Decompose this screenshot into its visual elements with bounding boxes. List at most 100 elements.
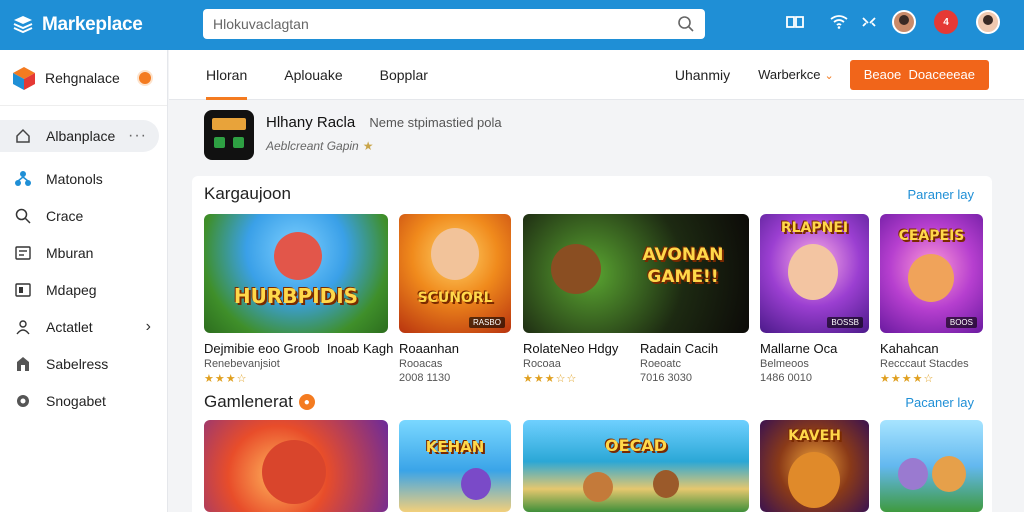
app-thumbnail: SCUNORL RASBO	[399, 214, 511, 333]
search-bar[interactable]	[203, 9, 705, 39]
store-icon	[14, 355, 32, 373]
app-card-subtitle: Rocoaa	[523, 358, 561, 370]
app-card-subtitle: Rooacas	[399, 358, 443, 370]
wifi-icon[interactable]	[828, 11, 850, 33]
app-thumbnail: RLAPNEI BOSSB	[760, 214, 869, 333]
sidebar-brand[interactable]: Rehgnalace	[0, 50, 167, 106]
sidebar-item-label: Crace	[46, 207, 84, 224]
app-card[interactable]: HURBPIDIS Dejmibie eoo Groob Inoab Kagh …	[204, 214, 394, 385]
tools-icon[interactable]	[858, 11, 880, 33]
chevron-right-icon[interactable]: ›	[146, 318, 151, 336]
thumbnail-art-text: RLAPNEI	[780, 220, 849, 236]
app-card[interactable]: KAVEH	[760, 420, 869, 512]
app-card[interactable]: AVONAN GAME!! RolateNeo Hdgy Rocoaa ★★★☆…	[523, 214, 749, 385]
app-thumbnail: AVONAN GAME!!	[523, 214, 749, 333]
mascot-art	[583, 472, 613, 502]
app-card[interactable]: RLAPNEI BOSSB Mallarne Oca Belmeoos 1486…	[760, 214, 869, 384]
app-thumbnail	[880, 420, 983, 512]
app-card[interactable]	[880, 420, 983, 512]
more-options-icon[interactable]: ···	[128, 127, 147, 145]
thumbnail-tag: BOOS	[945, 317, 977, 328]
sidebar-brand-label: Rehgnalace	[45, 69, 120, 86]
section-title: Gamlenerat	[204, 392, 293, 411]
sidebar-item-active[interactable]: Albanplace ···	[0, 120, 159, 152]
section-see-all-link[interactable]: Pacaner lay	[905, 395, 974, 410]
mascot-art	[788, 244, 838, 300]
sidebar-list: Matonols Crace Mburan Mdapeg Actatlet › …	[0, 160, 167, 419]
thumbnail-art-text: CEAPEIS	[898, 228, 965, 244]
sidebar-item-label: Matonols	[46, 170, 103, 187]
notification-badge[interactable]: 4	[934, 10, 958, 34]
thumbnail-art-text: AVONAN GAME!!	[642, 245, 724, 287]
chevron-down-icon: ⌄	[824, 70, 834, 82]
tab-bopplar[interactable]: Bopplar	[380, 50, 428, 100]
sidebar: Rehgnalace Albanplace ··· Matonols Crace…	[0, 50, 168, 512]
tab-hloran[interactable]: Hloran	[206, 50, 248, 100]
subnav-link[interactable]: Uhanmiy	[675, 67, 730, 83]
featured-app[interactable]: Hlhany Racla Neme stpimastied pola Aeblc…	[204, 110, 502, 160]
app-thumbnail: KEHAN	[399, 420, 511, 512]
app-card-title: Radain Cacih	[640, 341, 719, 356]
sidebar-item-crace[interactable]: Crace	[0, 197, 167, 234]
sort-dropdown[interactable]: Warberkce ⌄	[758, 67, 834, 82]
network-icon	[14, 170, 32, 188]
rating-stars: ★★★☆	[204, 373, 248, 385]
app-card-subtitle: Renebevanjsiot	[204, 358, 280, 370]
sidebar-item-sabelress[interactable]: Sabelress	[0, 345, 167, 382]
mascot-art	[262, 440, 326, 504]
app-card[interactable]	[204, 420, 388, 512]
app-card[interactable]: SCUNORL RASBO Roaanhan Rooacas 2008 1130	[399, 214, 511, 384]
app-thumbnail: HURBPIDIS	[204, 214, 388, 333]
section-title: Kargaujoon	[204, 184, 291, 203]
thumbnail-art-text: HURBPIDIS	[233, 284, 359, 308]
app-card[interactable]: KEHAN	[399, 420, 511, 512]
user-avatar-2[interactable]	[976, 10, 1000, 34]
subnav-actions: Uhanmiy Warberkce ⌄ Beaoe Doaceeeae	[675, 59, 989, 90]
sidebar-item-label: Snogabet	[46, 392, 106, 409]
tab-aplouake[interactable]: Aplouake	[284, 50, 342, 100]
featured-app-subtitle: Neme stpimastied pola	[369, 115, 502, 130]
mascot-art	[788, 452, 840, 508]
mascot-art	[908, 254, 954, 302]
sidebar-item-matonols[interactable]: Matonols	[0, 160, 167, 197]
book-icon[interactable]	[784, 11, 806, 33]
thumbnail-art-text: OECAD	[605, 436, 667, 455]
app-card-subtitle: Belmeoos	[760, 358, 809, 370]
section-see-all-link[interactable]: Paraner lay	[908, 187, 974, 202]
sidebar-item-label: Actatlet	[46, 318, 93, 335]
mascot-art	[932, 456, 966, 492]
app-thumbnail: OECAD	[523, 420, 749, 512]
sidebar-item-mdapeg[interactable]: Mdapeg	[0, 271, 167, 308]
list-icon	[14, 244, 32, 262]
fire-badge-icon: ●	[298, 394, 315, 410]
app-card-subtitle: Recccaut Stacdes	[880, 358, 969, 370]
sub-navigation: Hloran Aplouake Bopplar Uhanmiy Warberkc…	[169, 50, 1024, 100]
brand-cube-icon	[13, 66, 35, 90]
mascot-art	[431, 228, 479, 280]
mascot-art	[551, 244, 601, 294]
featured-app-info: Hlhany Racla Neme stpimastied pola Aeblc…	[266, 110, 502, 153]
app-thumbnail: CEAPEIS BOOS	[880, 214, 983, 333]
app-card-meta: 2008 1130	[399, 372, 451, 384]
person-icon	[14, 318, 32, 336]
mascot-art	[898, 458, 928, 490]
app-card-meta: 7016 3030	[640, 372, 692, 384]
app-card-title: Dejmibie eoo Groob Inoab Kagh	[204, 341, 394, 356]
sidebar-item-actatlet[interactable]: Actatlet ›	[0, 308, 167, 345]
app-card[interactable]: CEAPEIS BOOS Kahahcan Recccaut Stacdes ★…	[880, 214, 983, 385]
app-logo[interactable]: Markeplace	[12, 14, 202, 36]
app-card[interactable]: OECAD	[523, 420, 749, 512]
mascot-art	[653, 470, 679, 498]
rating-stars: ★★★☆☆	[523, 373, 578, 385]
search-icon	[14, 207, 32, 225]
content-panel: Kargaujoon Paraner lay HURBPIDIS Dejmibi…	[192, 176, 992, 512]
stack-logo-icon	[13, 16, 33, 34]
search-icon[interactable]	[677, 15, 695, 33]
sidebar-item-mburan[interactable]: Mburan	[0, 234, 167, 271]
sidebar-item-label: Mburan	[46, 244, 94, 261]
sidebar-item-snogabet[interactable]: Snogabet	[0, 382, 167, 419]
user-avatar[interactable]	[892, 10, 916, 34]
search-input[interactable]	[213, 16, 677, 32]
primary-cta-button[interactable]: Beaoe Doaceeeae	[849, 59, 989, 90]
app-card-title: Mallarne Oca	[760, 341, 838, 356]
